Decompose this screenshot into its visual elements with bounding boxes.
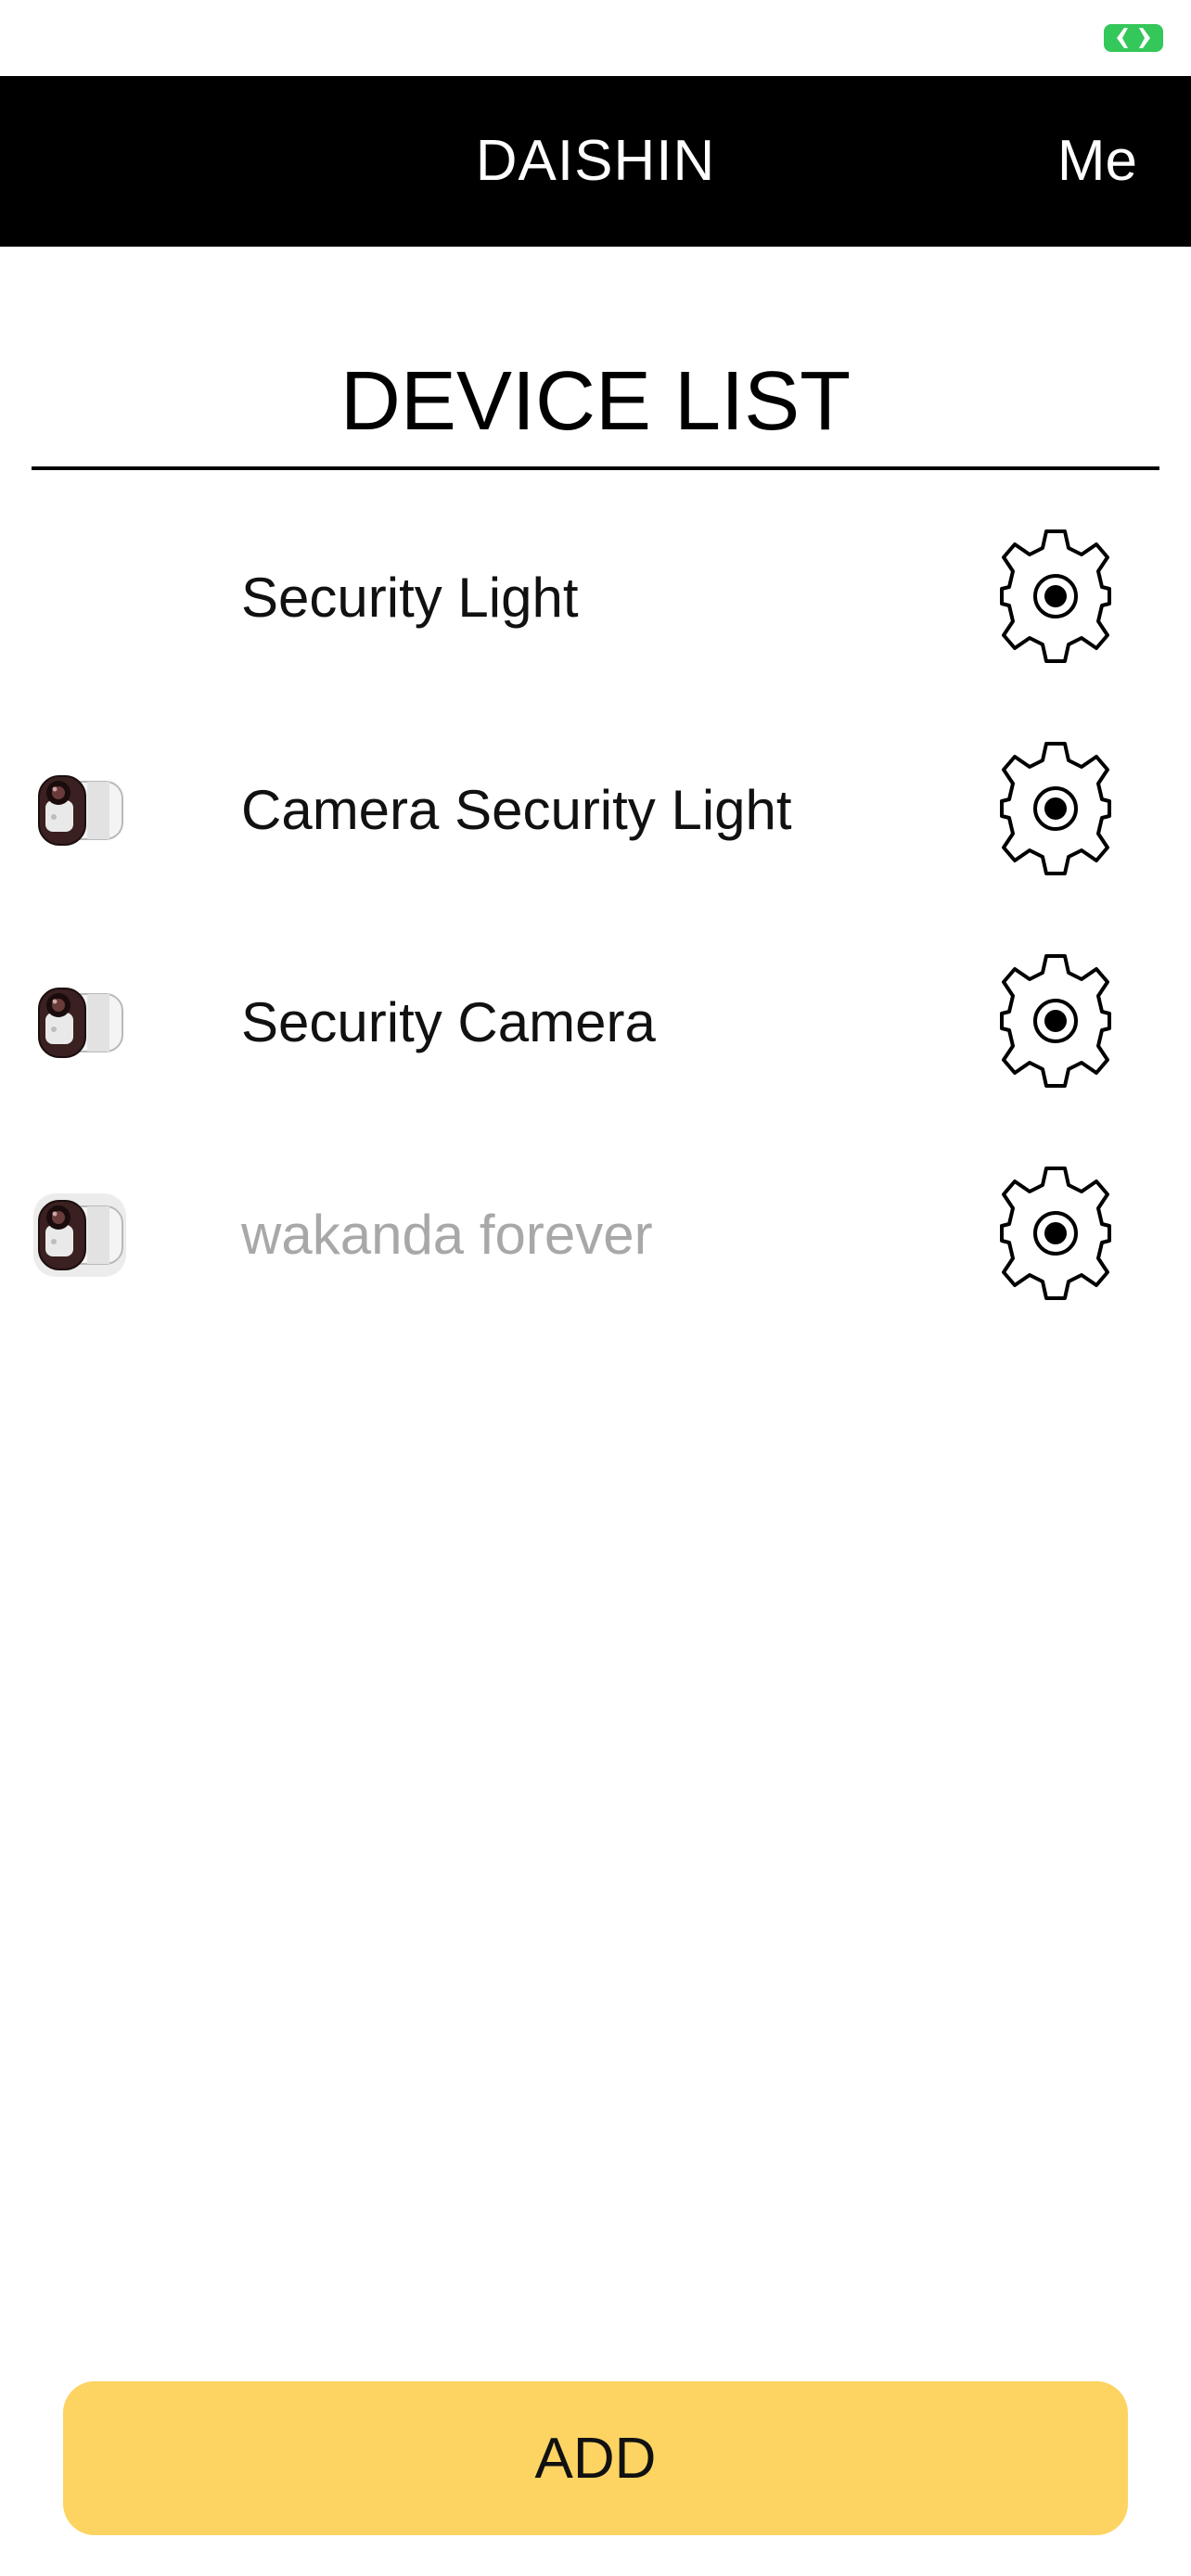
status-bar bbox=[0, 0, 1191, 76]
app-title: DAISHIN bbox=[475, 129, 716, 193]
gear-icon[interactable] bbox=[1000, 739, 1111, 878]
navigation-bar: DAISHIN Me bbox=[0, 76, 1191, 247]
device-name: wakanda forever bbox=[241, 1204, 653, 1266]
gear-icon[interactable] bbox=[1000, 527, 1111, 666]
device-row-camera-security-light[interactable]: Camera Security Light bbox=[0, 704, 1191, 916]
title-divider bbox=[32, 466, 1159, 470]
camera-device-icon bbox=[38, 988, 123, 1058]
add-button[interactable]: ADD bbox=[63, 2381, 1128, 2535]
device-name: Security Light bbox=[241, 567, 579, 629]
camera-device-icon bbox=[38, 775, 123, 846]
device-row-wakanda-forever[interactable]: wakanda forever bbox=[0, 1129, 1191, 1341]
page-title: DEVICE LIST bbox=[339, 355, 852, 448]
battery-charging-icon bbox=[1104, 24, 1163, 52]
device-row-security-camera[interactable]: Security Camera bbox=[0, 916, 1191, 1129]
device-list: Security Light Camera Security Light Sec… bbox=[0, 491, 1191, 1341]
camera-device-icon bbox=[33, 1193, 126, 1277]
gear-icon[interactable] bbox=[1000, 1164, 1111, 1303]
device-name: Security Camera bbox=[241, 991, 656, 1053]
device-name: Camera Security Light bbox=[241, 779, 792, 841]
gear-icon[interactable] bbox=[1000, 951, 1111, 1090]
device-row-security-light[interactable]: Security Light bbox=[0, 491, 1191, 704]
me-button[interactable]: Me bbox=[1057, 76, 1137, 247]
